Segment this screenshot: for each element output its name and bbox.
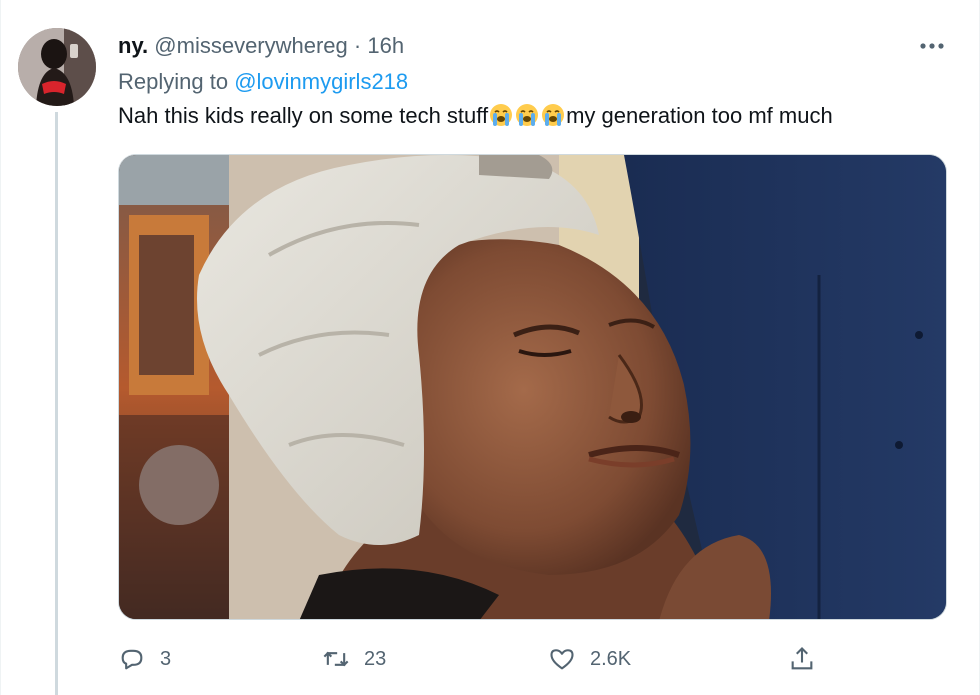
replying-to-user-link[interactable]: @lovinmygirls218 bbox=[234, 69, 408, 94]
tweet-media-image[interactable] bbox=[118, 154, 947, 620]
replying-to-label: Replying to bbox=[118, 69, 229, 94]
reply-count: 3 bbox=[160, 647, 172, 670]
more-horizontal-icon bbox=[920, 43, 944, 49]
reply-button[interactable]: 3 bbox=[118, 644, 171, 674]
tweet-text-part-1: Nah this kids really on some tech stuff bbox=[118, 103, 489, 128]
like-count: 2.6K bbox=[590, 647, 632, 670]
retweet-count: 23 bbox=[364, 647, 387, 670]
retweet-icon bbox=[323, 651, 349, 667]
thread-connector-line bbox=[55, 112, 58, 695]
loudly-crying-face-icon bbox=[542, 104, 565, 126]
avatar-image bbox=[18, 28, 96, 106]
loudly-crying-face-icon bbox=[516, 104, 539, 126]
more-options-button[interactable] bbox=[916, 36, 948, 56]
tweet-header: ny. @misseverywhereg · 16h bbox=[118, 32, 404, 60]
tweet-text: Nah this kids really on some tech stuff m… bbox=[118, 102, 833, 130]
user-handle[interactable]: @misseverywhereg bbox=[154, 33, 348, 58]
avatar[interactable] bbox=[18, 28, 96, 106]
retweet-button[interactable]: 23 bbox=[322, 644, 386, 674]
heart-icon bbox=[550, 649, 574, 670]
display-name[interactable]: ny. bbox=[118, 33, 148, 58]
tweet-text-part-2: my generation too mf much bbox=[566, 103, 833, 128]
reply-icon bbox=[121, 649, 143, 670]
share-icon bbox=[791, 647, 813, 670]
share-button[interactable] bbox=[788, 644, 816, 674]
media-photo bbox=[119, 155, 946, 619]
replying-to: Replying to @lovinmygirls218 bbox=[118, 68, 408, 96]
timestamp[interactable]: 16h bbox=[367, 33, 404, 58]
separator-dot: · bbox=[353, 33, 362, 58]
like-button[interactable]: 2.6K bbox=[548, 644, 631, 674]
loudly-crying-face-icon bbox=[490, 104, 513, 126]
